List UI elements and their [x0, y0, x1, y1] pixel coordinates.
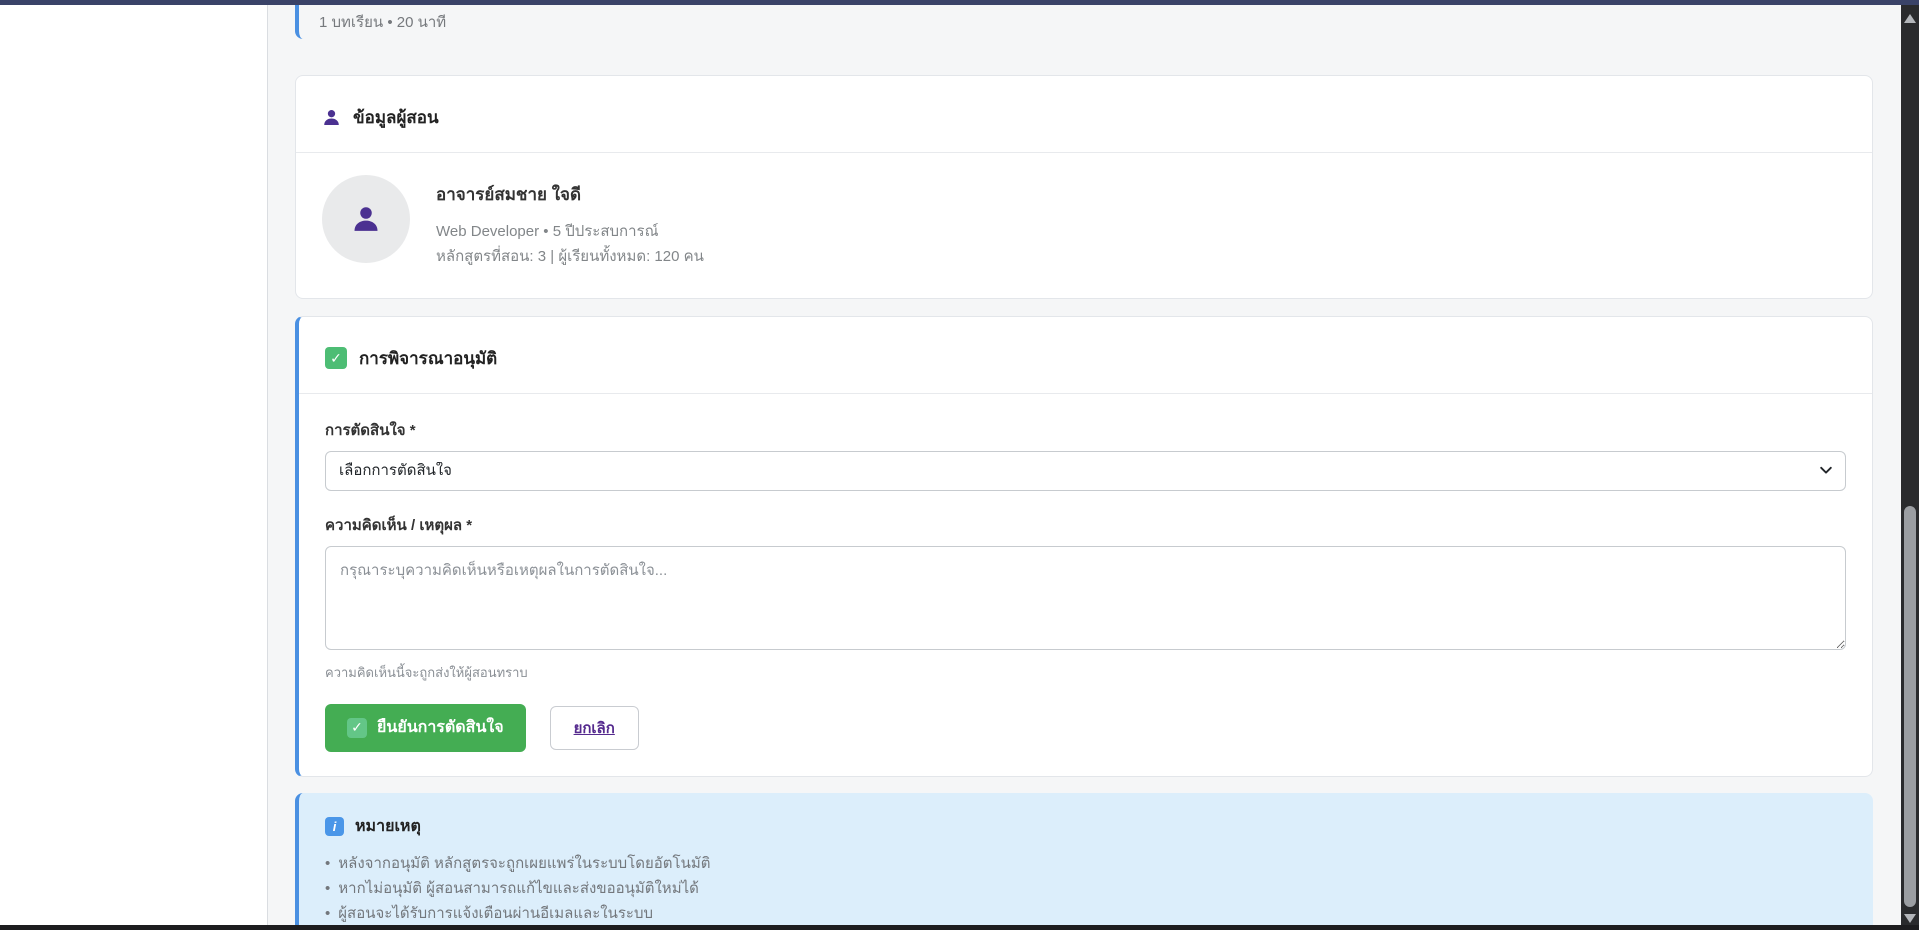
note-item: • หลังจากอนุมัติ หลักสูตรจะถูกเผยแพร่ในร…: [325, 851, 1847, 876]
comment-textarea[interactable]: [325, 546, 1846, 650]
comment-label: ความคิดเห็น / เหตุผล *: [325, 513, 1846, 537]
vertical-scrollbar[interactable]: [1901, 5, 1919, 930]
bullet-icon: •: [325, 876, 330, 901]
avatar: [322, 175, 410, 263]
instructor-name: อาจารย์สมชาย ใจดี: [436, 181, 704, 208]
note-item: • ผู้สอนจะได้รับการแจ้งเตือนผ่านอีเมลและ…: [325, 901, 1847, 925]
note-list: • หลังจากอนุมัติ หลักสูตรจะถูกเผยแพร่ในร…: [325, 851, 1847, 926]
check-icon: ✓: [325, 347, 347, 369]
browser-window-bottom-edge: [0, 925, 1919, 930]
instructor-body: อาจารย์สมชาย ใจดี Web Developer • 5 ปีปร…: [296, 153, 1872, 298]
note-item-text: หากไม่อนุมัติ ผู้สอนสามารถแก้ไขและส่งขออ…: [338, 876, 699, 901]
browser-window-top-edge: [0, 0, 1919, 5]
lesson-meta-text: 1 บทเรียน • 20 นาที: [319, 10, 1853, 34]
instructor-info: อาจารย์สมชาย ใจดี Web Developer • 5 ปีปร…: [436, 175, 704, 270]
instructor-card-header: ข้อมูลผู้สอน: [296, 76, 1872, 153]
note-item: • หากไม่อนุมัติ ผู้สอนสามารถแก้ไขและส่งข…: [325, 876, 1847, 901]
person-icon: [322, 108, 341, 127]
action-buttons-row: ✓ ยืนยันการตัดสินใจ ยกเลิก: [325, 704, 1846, 752]
decision-label: การตัดสินใจ *: [325, 418, 1846, 442]
note-item-text: หลังจากอนุมัติ หลักสูตรจะถูกเผยแพร่ในระบ…: [338, 851, 710, 876]
sidebar: [0, 5, 268, 925]
note-card: i หมายเหตุ • หลังจากอนุมัติ หลักสูตรจะถู…: [295, 793, 1873, 926]
decision-select[interactable]: เลือกการตัดสินใจ: [325, 451, 1846, 491]
comment-helper-text: ความคิดเห็นนี้จะถูกส่งให้ผู้สอนทราบ: [325, 662, 1846, 683]
lesson-summary-card: 1 บทเรียน • 20 นาที: [295, 5, 1873, 39]
scroll-down-arrow-icon[interactable]: [1904, 914, 1916, 923]
approval-card-title: การพิจารณาอนุมัติ: [359, 345, 497, 372]
note-header: i หมายเหตุ: [325, 814, 1847, 839]
approval-card-header: ✓ การพิจารณาอนุมัติ: [299, 317, 1872, 394]
bullet-icon: •: [325, 851, 330, 876]
instructor-card: ข้อมูลผู้สอน อาจารย์สมชาย ใจดี Web Devel…: [295, 75, 1873, 299]
decision-select-wrap: เลือกการตัดสินใจ: [325, 451, 1846, 491]
main-content: 1 บทเรียน • 20 นาที ข้อมูลผู้สอน อาจารย์…: [269, 5, 1901, 925]
note-item-text: ผู้สอนจะได้รับการแจ้งเตือนผ่านอีเมลและใน…: [338, 901, 653, 925]
bullet-icon: •: [325, 901, 330, 925]
approval-form: การตัดสินใจ * เลือกการตัดสินใจ ความคิดเห…: [299, 394, 1872, 776]
check-icon: ✓: [347, 718, 367, 738]
confirm-decision-button[interactable]: ✓ ยืนยันการตัดสินใจ: [325, 704, 526, 752]
approval-card: ✓ การพิจารณาอนุมัติ การตัดสินใจ * เลือกก…: [295, 316, 1873, 777]
instructor-role: Web Developer • 5 ปีประสบการณ์: [436, 220, 704, 245]
info-icon: i: [325, 817, 344, 836]
scroll-up-arrow-icon[interactable]: [1904, 14, 1916, 23]
instructor-card-title: ข้อมูลผู้สอน: [353, 104, 439, 131]
cancel-button[interactable]: ยกเลิก: [550, 706, 639, 750]
instructor-stats: หลักสูตรที่สอน: 3 | ผู้เรียนทั้งหมด: 120…: [436, 245, 704, 270]
scrollbar-thumb[interactable]: [1904, 506, 1916, 907]
confirm-button-label: ยืนยันการตัดสินใจ: [377, 715, 504, 740]
note-title: หมายเหตุ: [355, 814, 421, 839]
